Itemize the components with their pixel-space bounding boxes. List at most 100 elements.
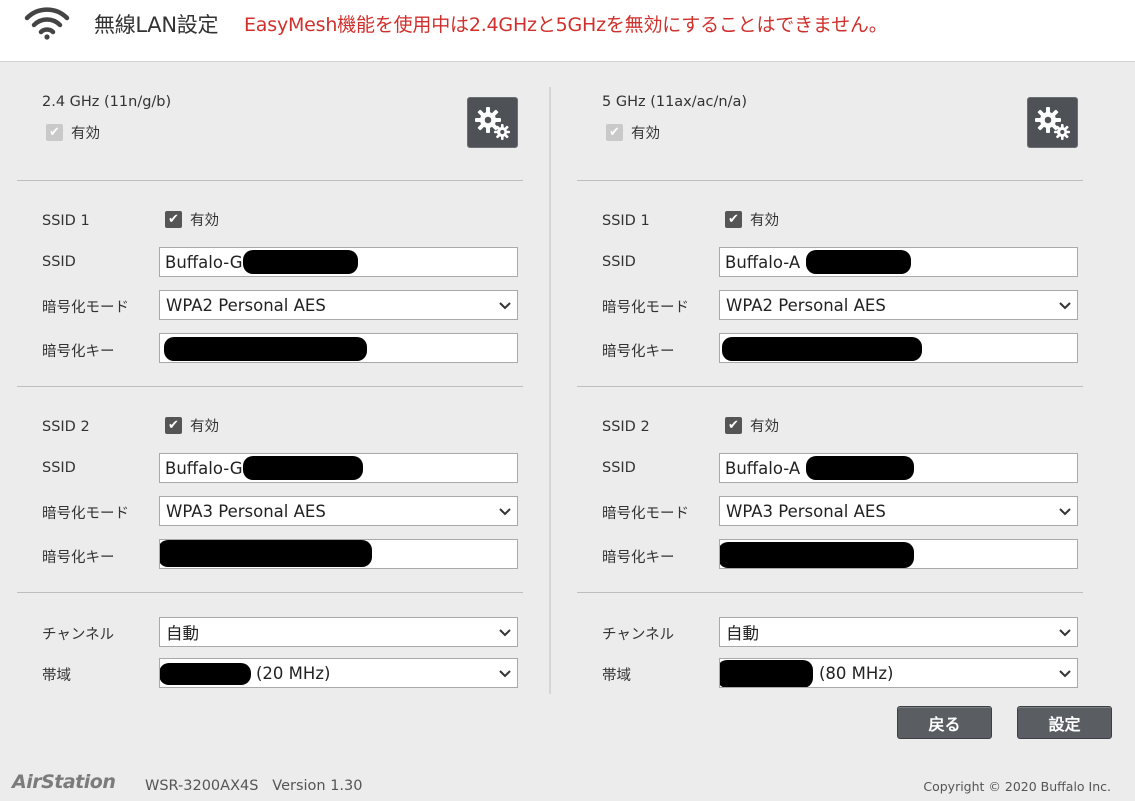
ssid2-heading: SSID 2 [42,419,90,435]
ssid2-name-value: Buffalo-G [165,458,243,478]
copyright: Copyright © 2020 Buffalo Inc. [923,779,1111,794]
ssid1-mode-value: WPA2 Personal AES [166,295,326,315]
ssid2-mode-select[interactable]: WPA3 Personal AES [719,496,1078,526]
key-label: 暗号化キー [602,344,675,360]
ssid1-name-input[interactable]: Buffalo-A [719,247,1078,277]
ssid1-mode-select[interactable]: WPA2 Personal AES [719,290,1078,320]
band-enable-checkbox: ✔ [606,124,623,141]
ssid2-mode-value: WPA3 Personal AES [166,501,326,521]
ssid1-name-value: Buffalo-G [165,252,243,272]
band-enable-label: 有効 [71,126,100,142]
divider [17,386,523,387]
channel-value: 自動 [166,624,199,643]
divider [577,386,1083,387]
ssid2-name-input[interactable]: Buffalo-G [159,453,518,483]
ssid-label: SSID [602,254,636,270]
ssid1-name-input[interactable]: Buffalo-G [159,247,518,277]
ssid1-enable-label: 有効 [750,213,779,229]
channel-select[interactable]: 自動 [159,617,518,647]
bandwidth-label: 帯域 [602,668,631,684]
key-label: 暗号化キー [42,550,115,566]
ssid1-key-input[interactable] [719,333,1078,363]
band-enable-checkbox: ✔ [46,124,63,141]
band-5g-panel: 5 GHz (11ax/ac/n/a) ✔ 有効 SSID 1 ✔ 有効 SSI… [560,62,1083,702]
band-title: 5 GHz (11ax/ac/n/a) [602,94,748,110]
bandwidth-label: 帯域 [42,668,71,684]
redaction [243,250,358,274]
ssid1-mode-select[interactable]: WPA2 Personal AES [159,290,518,320]
redaction [720,660,813,687]
ssid2-key-input[interactable] [719,539,1078,569]
ssid2-enable-checkbox[interactable]: ✔ [165,417,182,434]
gears-icon [474,106,510,140]
bandwidth-select[interactable]: (20 MHz) [159,658,518,688]
model-version: WSR-3200AX4S Version 1.30 [145,778,363,794]
redaction [160,540,372,567]
mode-label: 暗号化モード [602,300,689,316]
redaction [164,337,367,361]
bandwidth-value: (20 MHz) [256,663,331,683]
ssid-label: SSID [42,254,76,270]
ssid2-key-input[interactable] [159,539,518,569]
header: 無線LAN設定 EasyMesh機能を使用中は2.4GHzと5GHzを無効にする… [0,0,1135,62]
ssid2-mode-select[interactable]: WPA3 Personal AES [159,496,518,526]
redaction [243,456,363,480]
band-enable-label: 有効 [631,126,660,142]
mode-label: 暗号化モード [42,300,129,316]
ssid2-name-input[interactable]: Buffalo-A [719,453,1078,483]
advanced-settings-button[interactable] [1027,97,1078,148]
band-enable: ✔ 有効 [606,122,660,143]
ssid1-enable-label: 有効 [190,213,219,229]
channel-label: チャンネル [42,627,115,643]
ssid1-enable-checkbox[interactable]: ✔ [725,211,742,228]
ssid1-name-value: Buffalo-A [725,252,801,272]
ssid2-name-value: Buffalo-A [725,458,801,478]
ssid2-mode-value: WPA3 Personal AES [726,501,886,521]
ssid2-enable[interactable]: ✔ 有効 [165,415,219,436]
ssid2-enable[interactable]: ✔ 有効 [725,415,779,436]
mode-label: 暗号化モード [602,506,689,522]
key-label: 暗号化キー [42,344,115,360]
divider [577,180,1083,181]
ssid-label: SSID [602,460,636,476]
divider [17,592,523,593]
chevron-down-icon [499,629,511,637]
page-title: 無線LAN設定 [94,13,219,37]
ssid1-key-input[interactable] [159,333,518,363]
gears-icon [1034,106,1070,140]
bandwidth-select[interactable]: (80 MHz) [719,658,1078,688]
channel-label: チャンネル [602,627,675,643]
wifi-icon [24,7,70,40]
band-enable: ✔ 有効 [46,122,100,143]
chevron-down-icon [499,670,511,678]
redaction [806,456,914,480]
divider [577,592,1083,593]
redaction [806,250,911,274]
redaction [160,663,251,685]
ssid2-enable-label: 有効 [190,419,219,435]
chevron-down-icon [1059,670,1071,678]
ssid1-enable-checkbox[interactable]: ✔ [165,211,182,228]
warning-message: EasyMesh機能を使用中は2.4GHzと5GHzを無効にすることはできません… [244,14,888,36]
back-button[interactable]: 戻る [897,706,992,739]
channel-select[interactable]: 自動 [719,617,1078,647]
column-divider [549,87,551,694]
ssid1-heading: SSID 1 [42,213,90,229]
ssid2-enable-checkbox[interactable]: ✔ [725,417,742,434]
save-button[interactable]: 設定 [1017,706,1112,739]
bandwidth-value: (80 MHz) [819,663,894,683]
divider [17,180,523,181]
chevron-down-icon [1059,302,1071,310]
advanced-settings-button[interactable] [467,97,518,148]
chevron-down-icon [1059,508,1071,516]
redaction [720,542,914,568]
ssid1-enable[interactable]: ✔ 有効 [165,209,219,230]
ssid2-heading: SSID 2 [602,419,650,435]
key-label: 暗号化キー [602,550,675,566]
chevron-down-icon [499,302,511,310]
redaction [722,337,922,361]
ssid1-enable[interactable]: ✔ 有効 [725,209,779,230]
chevron-down-icon [1059,629,1071,637]
channel-value: 自動 [726,624,759,643]
band-2g-panel: 2.4 GHz (11n/g/b) ✔ 有効 SSID 1 ✔ 有効 SSID … [0,62,523,702]
